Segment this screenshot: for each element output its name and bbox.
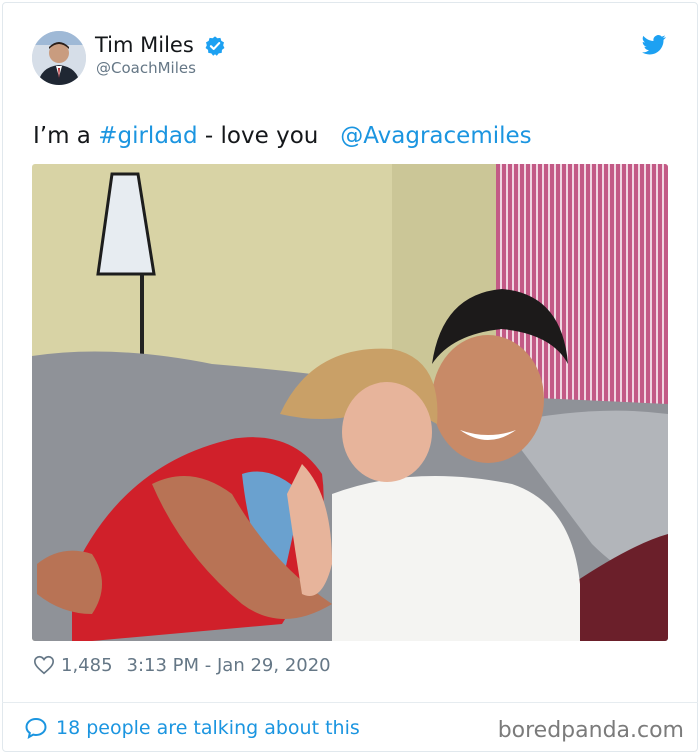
heart-icon[interactable]: [33, 654, 55, 676]
tweet-timestamp[interactable]: 3:13 PM - Jan 29, 2020: [127, 655, 331, 676]
speech-bubble-icon: [25, 717, 47, 739]
tweet-text-prefix: I’m a: [33, 123, 99, 149]
author-name[interactable]: Tim Miles: [95, 33, 194, 57]
like-count[interactable]: 1,485: [61, 655, 113, 676]
tweet-meta: 1,485 3:13 PM - Jan 29, 2020: [33, 654, 331, 676]
verified-badge-icon: [205, 36, 225, 56]
divider: [2, 702, 698, 703]
author-handle[interactable]: @CoachMiles: [96, 59, 196, 77]
conversation-link[interactable]: 18 people are talking about this: [24, 716, 360, 740]
tweet-text-middle: - love you: [197, 123, 341, 149]
mention-link[interactable]: @Avagracemiles: [340, 123, 531, 149]
tweet-text: I’m a #girldad - love you @Avagracemiles: [33, 123, 532, 149]
hashtag-link[interactable]: #girldad: [98, 123, 197, 149]
watermark: boredpanda.com: [497, 718, 684, 743]
conversation-label[interactable]: 18 people are talking about this: [56, 717, 360, 739]
twitter-bird-icon[interactable]: [642, 35, 666, 55]
author-avatar[interactable]: [32, 31, 86, 85]
tweet-photo[interactable]: [32, 164, 668, 641]
